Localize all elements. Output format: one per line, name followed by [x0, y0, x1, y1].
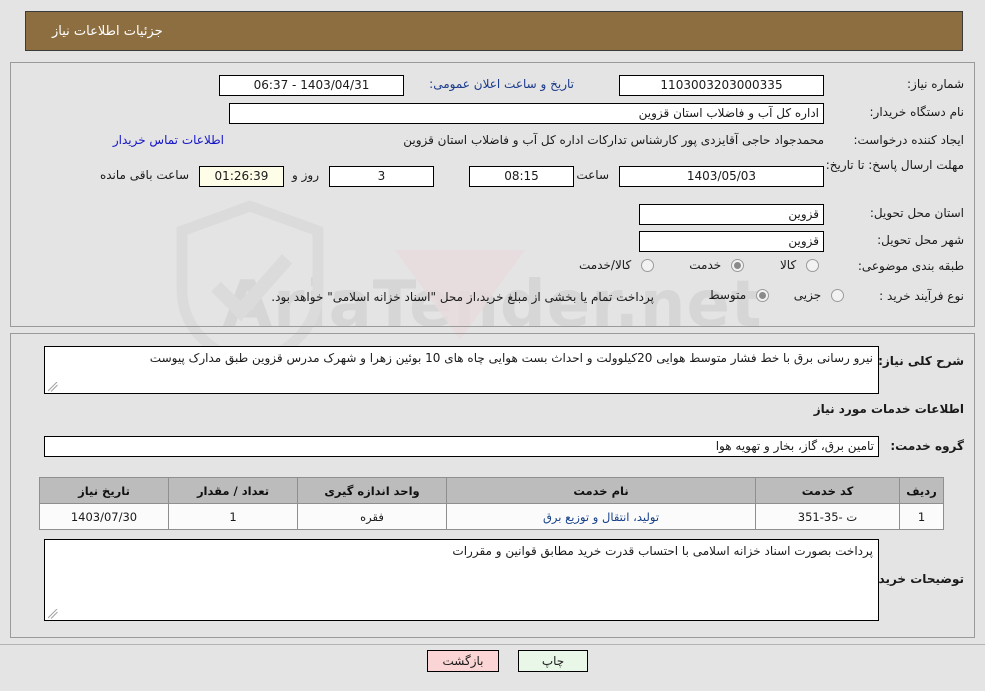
- purchase-type-option-motevaset[interactable]: متوسط: [708, 288, 769, 302]
- col-service-code: کد خدمت: [755, 477, 900, 504]
- announce-datetime-value[interactable]: 1403/04/31 - 06:37: [219, 75, 404, 96]
- delivery-province-label: استان محل تحویل:: [869, 206, 964, 220]
- table-header-row: ردیف کد خدمت نام خدمت واحد اندازه گیری ت…: [39, 477, 944, 504]
- service-group-value[interactable]: تامین برق، گاز، بخار و تهویه هوا: [44, 436, 879, 457]
- announce-datetime-label: تاریخ و ساعت اعلان عمومی:: [429, 77, 574, 91]
- cell-unit: فقره: [297, 503, 447, 530]
- purchase-type-note: پرداخت تمام یا بخشی از مبلغ خرید،از محل …: [271, 290, 654, 304]
- need-summary-label: شرح کلی نیاز:: [878, 354, 964, 368]
- col-row-no: ردیف: [899, 477, 944, 504]
- page-title: جزئیات اطلاعات نیاز: [52, 23, 163, 39]
- purchase-type-label: نوع فرآیند خرید :: [879, 289, 964, 303]
- radio-jozi-icon[interactable]: [831, 289, 844, 302]
- deadline-date[interactable]: 1403/05/03: [619, 166, 824, 187]
- deadline-label: مهلت ارسال پاسخ: تا تاریخ:: [825, 158, 964, 172]
- subject-category-row: طبقه بندی موضوعی:: [858, 259, 964, 273]
- print-button[interactable]: چاپ: [518, 650, 588, 672]
- services-section-heading: اطلاعات خدمات مورد نیاز: [813, 402, 964, 416]
- subject-category-option-kala-label: کالا: [779, 258, 797, 272]
- need-summary-value: نیرو رسانی برق با خط فشار متوسط هوایی 20…: [149, 351, 873, 365]
- need-summary-field[interactable]: نیرو رسانی برق با خط فشار متوسط هوایی 20…: [44, 346, 879, 394]
- col-unit: واحد اندازه گیری: [297, 477, 447, 504]
- radio-khedmat-icon[interactable]: [731, 259, 744, 272]
- purchase-type-option-motevaset-label: متوسط: [708, 288, 747, 302]
- need-number-value[interactable]: 1103003203000335: [619, 75, 824, 96]
- delivery-city-label: شهر محل تحویل:: [877, 233, 964, 247]
- purchase-type-option-jozi-label: جزیی: [793, 288, 822, 302]
- service-group-label: گروه خدمت:: [890, 439, 964, 453]
- buyer-contact-link[interactable]: اطلاعات تماس خریدار: [113, 133, 224, 147]
- subject-category-option-khedmat[interactable]: خدمت: [689, 258, 744, 272]
- cell-service-name: تولید، انتقال و توزیع برق: [446, 503, 756, 530]
- subject-category-option-khedmat-label: خدمت: [689, 258, 722, 272]
- table-row: 1 ت -35-351 تولید، انتقال و توزیع برق فق…: [39, 503, 944, 530]
- page-title-bar: جزئیات اطلاعات نیاز: [25, 11, 963, 51]
- need-details-panel: شرح کلی نیاز: نیرو رسانی برق با خط فشار …: [10, 333, 975, 638]
- need-info-panel: شماره نیاز: 1103003203000335 تاریخ و ساع…: [10, 62, 975, 327]
- col-quantity: تعداد / مقدار: [168, 477, 298, 504]
- delivery-province-row: استان محل تحویل:: [870, 206, 964, 220]
- delivery-province-value[interactable]: قزوین: [639, 204, 824, 225]
- deadline-days-label: روز و: [292, 168, 319, 182]
- request-creator-value: محمدجواد حاجی آقایزدی پور کارشناس تدارکا…: [403, 133, 824, 147]
- deadline-days[interactable]: 3: [329, 166, 434, 187]
- buyer-org-value[interactable]: اداره کل آب و فاضلاب استان قزوین: [229, 103, 824, 124]
- delivery-city-value[interactable]: قزوین: [639, 231, 824, 252]
- cell-service-code: ت -35-351: [755, 503, 900, 530]
- deadline-countdown-label: ساعت باقی مانده: [99, 168, 189, 182]
- request-creator-label: ایجاد کننده درخواست:: [853, 133, 964, 147]
- footer-divider: [0, 644, 985, 645]
- buyer-org-row: نام دستگاه خریدار:: [870, 105, 965, 119]
- radio-kala-icon[interactable]: [806, 259, 819, 272]
- buyer-notes-value: پرداخت بصورت اسناد خزانه اسلامی با احتسا…: [452, 544, 873, 558]
- back-button[interactable]: بازگشت: [427, 650, 499, 672]
- cell-need-date: 1403/07/30: [39, 503, 169, 530]
- purchase-type-row: نوع فرآیند خرید :: [879, 289, 964, 303]
- resize-grip-icon[interactable]: [48, 609, 58, 619]
- deadline-time[interactable]: 08:15: [469, 166, 574, 187]
- subject-category-option-kala-khedmat-label: کالا/خدمت: [578, 258, 632, 272]
- need-number-row: شماره نیاز:: [907, 77, 964, 91]
- deadline-countdown: 01:26:39: [199, 166, 284, 187]
- need-number-label: شماره نیاز:: [907, 77, 964, 91]
- purchase-type-option-jozi[interactable]: جزیی: [794, 288, 844, 302]
- subject-category-option-kala[interactable]: کالا: [780, 258, 819, 272]
- buyer-org-label: نام دستگاه خریدار:: [869, 105, 965, 119]
- deadline-time-label: ساعت: [576, 168, 609, 182]
- buyer-notes-field[interactable]: پرداخت بصورت اسناد خزانه اسلامی با احتسا…: [44, 539, 879, 621]
- radio-kala-khedmat-icon[interactable]: [641, 259, 654, 272]
- request-creator-row: ایجاد کننده درخواست:: [853, 133, 964, 147]
- services-table: ردیف کد خدمت نام خدمت واحد اندازه گیری ت…: [39, 477, 944, 530]
- subject-category-label: طبقه بندی موضوعی:: [857, 259, 964, 273]
- col-need-date: تاریخ نیاز: [39, 477, 169, 504]
- cell-row-no: 1: [899, 503, 944, 530]
- subject-category-option-kala-khedmat[interactable]: کالا/خدمت: [579, 258, 654, 272]
- cell-quantity: 1: [168, 503, 298, 530]
- resize-grip-icon[interactable]: [48, 382, 58, 392]
- radio-motevaset-icon[interactable]: [756, 289, 769, 302]
- announce-datetime-row: تاریخ و ساعت اعلان عمومی:: [429, 77, 574, 91]
- delivery-city-row: شهر محل تحویل:: [877, 233, 964, 247]
- col-service-name: نام خدمت: [446, 477, 756, 504]
